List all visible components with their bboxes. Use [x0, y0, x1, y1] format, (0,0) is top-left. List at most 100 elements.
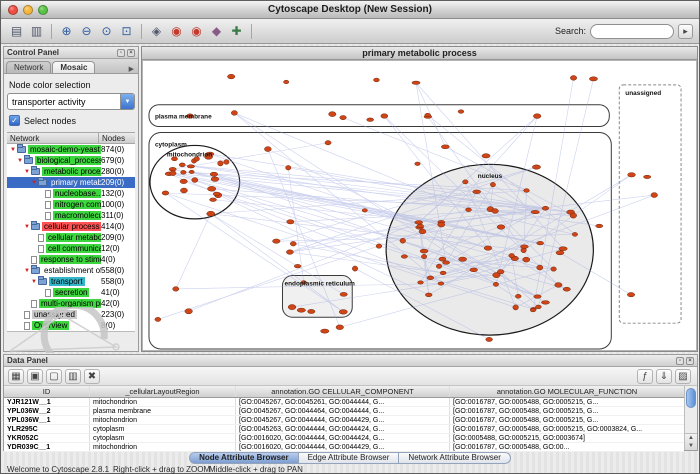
tree-column-network[interactable]: Network [7, 133, 99, 143]
network-node[interactable] [297, 308, 305, 312]
table-row[interactable]: YDR039C__1mitochondrion[GO:0016020, GO:0… [4, 443, 684, 452]
network-overview-icon[interactable]: ◈ [147, 22, 166, 41]
network-node[interactable] [187, 165, 194, 168]
column-header[interactable]: ID [4, 386, 90, 397]
tree-row[interactable]: response to stimul...4(0) [7, 254, 135, 265]
network-node[interactable] [589, 77, 597, 81]
network-node[interactable] [180, 188, 187, 193]
network-node[interactable] [336, 325, 344, 330]
network-node[interactable] [210, 198, 217, 202]
table-row[interactable]: YJR121W__1mitochondrion[GO:0045267, GO:0… [4, 398, 684, 407]
network-node[interactable] [227, 74, 234, 79]
network-node[interactable] [325, 141, 331, 145]
network-node[interactable] [283, 80, 288, 84]
network-node[interactable] [273, 239, 281, 243]
tree-row[interactable]: ▼primary metabo...209(0) [7, 177, 135, 188]
network-node[interactable] [473, 190, 481, 194]
close-panel-icon[interactable]: × [686, 357, 694, 365]
tree-row[interactable]: unassigned223(0) [7, 309, 135, 320]
tree-row[interactable]: macromolecule...311(0) [7, 210, 135, 221]
tab-node-attribute-browser[interactable]: Node Attribute Browser [189, 452, 299, 464]
network-node[interactable] [401, 255, 407, 259]
network-node[interactable] [181, 170, 187, 174]
network-node[interactable] [570, 75, 576, 80]
table-cell[interactable]: mitochondrion [90, 443, 236, 451]
tree-row[interactable]: secretion41(0) [7, 287, 135, 298]
scroll-up-icon[interactable]: ▲ [688, 435, 694, 441]
network-node[interactable] [459, 257, 467, 261]
table-cell[interactable]: YKR052C [4, 434, 90, 442]
network-node[interactable] [264, 147, 271, 152]
network-node[interactable] [490, 182, 495, 187]
expander-icon[interactable]: ▼ [30, 279, 38, 285]
network-node[interactable] [373, 78, 379, 82]
network-node[interactable] [224, 160, 229, 165]
tree-row[interactable]: ▼metabolic process280(0) [7, 166, 135, 177]
network-node[interactable] [513, 305, 519, 310]
select-nodes-checkbox[interactable]: ✓ [9, 115, 20, 126]
network-node[interactable] [420, 249, 428, 253]
network-node[interactable] [362, 209, 367, 213]
table-cell[interactable]: [GO:0045267, GO:0044464, GO:0044444, G..… [236, 407, 450, 415]
search-input[interactable] [590, 24, 674, 39]
select-all-attributes-icon[interactable]: ▥ [65, 369, 81, 384]
table-cell[interactable]: [GO:0005488, GO:0005215, GO:0003674] [450, 434, 684, 442]
network-node[interactable] [418, 281, 424, 284]
import-network-icon[interactable]: ◉ [167, 22, 186, 41]
network-node[interactable] [563, 287, 570, 291]
table-cell[interactable]: cytoplasm [90, 434, 236, 442]
network-node[interactable] [185, 309, 193, 314]
tree-row[interactable]: cell communica...12(0) [7, 243, 135, 254]
table-cell[interactable]: mitochondrion [90, 416, 236, 424]
network-node[interactable] [425, 113, 431, 117]
network-node[interactable] [651, 193, 658, 198]
network-node[interactable] [470, 268, 478, 272]
network-node[interactable] [169, 167, 176, 171]
network-node[interactable] [329, 112, 336, 117]
network-node[interactable] [531, 210, 539, 213]
network-node[interactable] [179, 163, 185, 167]
table-cell[interactable]: mitochondrion [90, 398, 236, 406]
table-row[interactable]: YPL036W__2plasma membrane[GO:0045267, GO… [4, 407, 684, 416]
network-node[interactable] [466, 208, 472, 212]
table-row[interactable]: YPL036W__1mitochondrion[GO:0045267, GO:0… [4, 416, 684, 425]
network-node[interactable] [493, 282, 498, 286]
zoom-in-icon[interactable]: ⊕ [57, 22, 76, 41]
network-node[interactable] [308, 309, 315, 313]
network-node[interactable] [542, 206, 549, 210]
expander-icon[interactable]: ▼ [23, 169, 31, 175]
zoom-out-icon[interactable]: ⊖ [77, 22, 96, 41]
network-node[interactable] [509, 253, 515, 257]
network-node[interactable] [286, 250, 293, 255]
tree-row[interactable]: ▼mosaic-demo-yeast874(0) [7, 144, 135, 155]
tab-network[interactable]: Network [6, 61, 51, 73]
network-node[interactable] [458, 110, 464, 114]
table-cell[interactable]: [GO:0016787, GO:0005488, GO:0005215, G..… [450, 407, 684, 415]
expander-icon[interactable]: ▼ [9, 147, 17, 153]
network-node[interactable] [436, 264, 442, 268]
select-attributes-icon[interactable]: ▦ [8, 369, 24, 384]
network-node[interactable] [628, 173, 636, 177]
network-node[interactable] [532, 165, 540, 169]
function-builder-icon[interactable]: ƒ [637, 369, 653, 384]
network-node[interactable] [439, 257, 446, 261]
network-node[interactable] [290, 241, 296, 246]
node-color-dropdown[interactable]: transporter activity ▼ [7, 93, 135, 110]
import-table-icon[interactable]: ⇓ [656, 369, 672, 384]
network-node[interactable] [211, 177, 219, 182]
network-node[interactable] [627, 292, 634, 296]
column-header[interactable]: annotation.GO CELLULAR_COMPONENT [236, 386, 450, 397]
network-node[interactable] [155, 317, 161, 321]
table-cell[interactable]: YPL036W__1 [4, 416, 90, 424]
table-cell[interactable]: [GO:0016020, GO:0044444, GO:0044429, G..… [236, 443, 450, 451]
tree-row[interactable]: multi-organism pro...42(0) [7, 298, 135, 309]
network-node[interactable] [173, 287, 179, 292]
network-node[interactable] [352, 266, 357, 271]
zoom-selected-icon[interactable]: ⊙ [97, 22, 116, 41]
network-node[interactable] [534, 295, 541, 299]
zoom-button[interactable] [38, 5, 48, 15]
table-row[interactable]: YLR295Ccytoplasm[GO:0045263, GO:0044444,… [4, 425, 684, 434]
map-attributes-icon[interactable]: ▨ [675, 369, 691, 384]
delete-attribute-icon[interactable]: ▢ [46, 369, 62, 384]
table-cell[interactable]: [GO:0016020, GO:0044444, GO:0044424, G..… [236, 434, 450, 442]
